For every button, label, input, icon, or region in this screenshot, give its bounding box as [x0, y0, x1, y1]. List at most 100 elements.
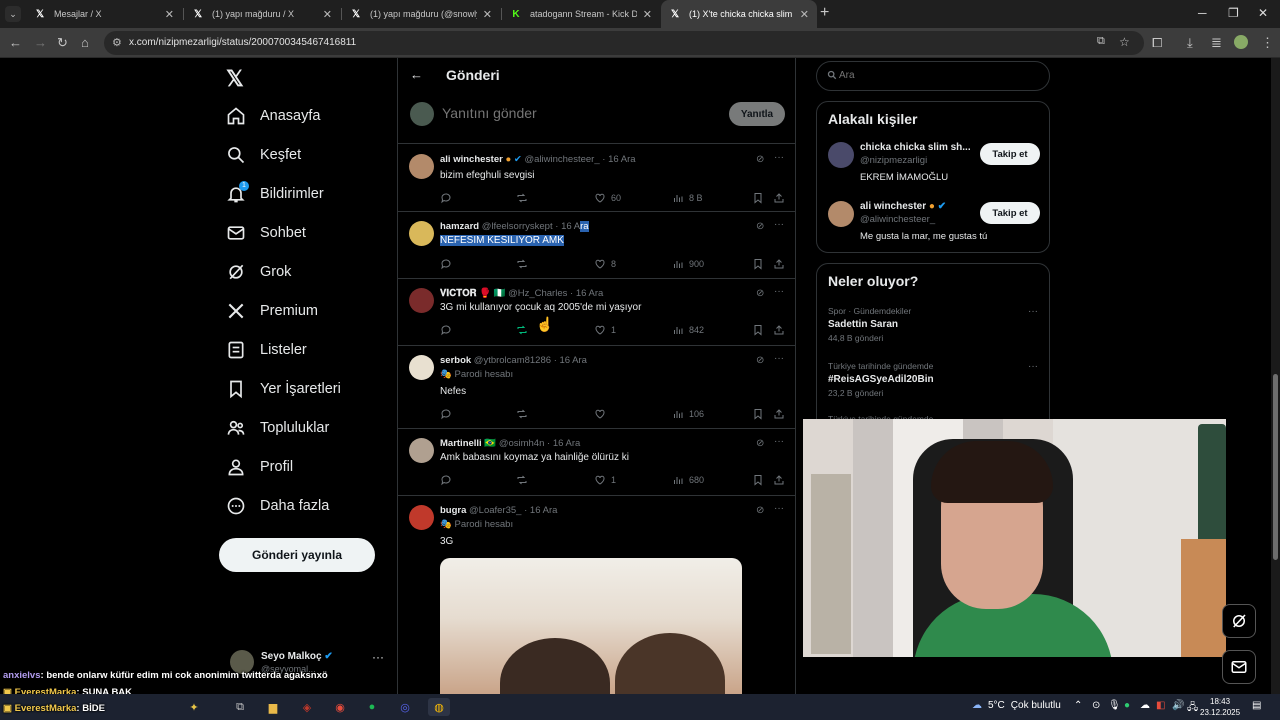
tweet-media-image[interactable] — [440, 558, 742, 708]
media-control-icon[interactable]: ≣ — [1211, 35, 1222, 51]
volume-icon[interactable]: 🔊 — [1172, 700, 1184, 711]
trend-topic[interactable]: Sadettin Saran — [828, 319, 1042, 330]
reply-input[interactable] — [442, 105, 712, 121]
post-button[interactable]: Gönderi yayınla — [219, 538, 375, 572]
more-dots-icon[interactable]: ··· — [1028, 306, 1038, 317]
tweet-author-name[interactable]: 𝐕𝐈𝐂𝐓𝐎𝐑 🥊 🇳🇬 — [440, 288, 505, 299]
file-explorer-icon[interactable]: ▆ — [264, 698, 282, 716]
views-button[interactable]: 8 B — [672, 192, 703, 204]
tweet-handle[interactable]: @ytbrolcam81286 — [474, 355, 551, 366]
tweet-handle[interactable]: @lfeelsorryskept — [482, 221, 553, 232]
extensions-icon[interactable]: ⧠ — [1152, 35, 1162, 51]
trend-item[interactable]: Türkiye tarihinde gündemde #ReisAGSyeAdi… — [828, 361, 1042, 398]
back-arrow-icon[interactable]: ← — [410, 67, 423, 82]
nav-item-more[interactable]: Daha fazla — [226, 492, 329, 520]
trend-topic[interactable]: #ReisAGSyeAdil20Bin — [828, 374, 1042, 385]
person-item[interactable]: ali winchester ● ✔ @aliwinchesteer_ Me g… — [828, 201, 1042, 251]
like-button[interactable]: 1 — [594, 474, 616, 486]
retweet-icon[interactable] — [516, 258, 528, 270]
retweet-icon[interactable] — [516, 474, 528, 486]
nvidia-icon[interactable]: ● — [1124, 700, 1130, 711]
tweet-date[interactable]: 16 Ara — [576, 288, 603, 299]
address-bar[interactable]: ⚙ x.com/nizipmezarligi/status/2000700345… — [104, 31, 1144, 55]
views-button[interactable]: 106 — [672, 408, 704, 420]
nav-item-notifications[interactable]: 1 Bildirimler — [226, 180, 324, 208]
close-icon[interactable]: ✕ — [643, 8, 652, 21]
reply-tweet[interactable]: 𝐕𝐈𝐂𝐓𝐎𝐑 🥊 🇳🇬 @Hz_Charles · 16 Ara ⊘ ··· 3… — [398, 280, 795, 346]
nav-item-profile[interactable]: Profil — [226, 453, 293, 481]
clock[interactable]: 18:43 23.12.2025 — [1200, 696, 1240, 718]
scrollbar-thumb[interactable] — [1273, 374, 1278, 560]
tweet-author-name[interactable]: serbok — [440, 355, 471, 366]
tweet-handle[interactable]: @osimh4n — [499, 438, 545, 449]
tweet-handle[interactable]: @aliwinchesteer_ — [524, 154, 599, 165]
steam-icon[interactable]: ⊙ — [1092, 700, 1100, 711]
mic-icon[interactable]: 🎙 — [1108, 700, 1121, 711]
x-logo-icon[interactable]: 𝕏 — [226, 66, 244, 92]
person-name[interactable]: ali winchester ● ✔ — [860, 201, 946, 212]
profile-avatar[interactable] — [1234, 35, 1248, 49]
views-button[interactable]: 680 — [672, 474, 704, 486]
more-dots-icon[interactable]: ··· — [372, 650, 384, 664]
nav-item-premium[interactable]: Premium — [226, 297, 318, 325]
tab-1[interactable]: 𝕏 Mesajlar / X ✕ — [26, 0, 182, 28]
obs-icon[interactable]: ◉ — [331, 698, 349, 716]
reply-icon[interactable] — [440, 474, 452, 486]
trend-item[interactable]: Spor · Gündemdekiler Sadettin Saran 44,8… — [828, 306, 1042, 343]
bookmark-icon[interactable] — [752, 324, 764, 336]
more-dots-icon[interactable]: ··· — [774, 152, 784, 163]
like-button[interactable]: 8 — [594, 258, 616, 270]
views-button[interactable]: 900 — [672, 258, 704, 270]
minimize-icon[interactable]: ─ — [1198, 6, 1207, 20]
download-icon[interactable]: ⤓ — [1187, 35, 1193, 51]
bookmark-icon[interactable] — [752, 258, 764, 270]
follow-button[interactable]: Takip et — [980, 143, 1040, 165]
share-icon[interactable] — [773, 258, 785, 270]
tweet-date[interactable]: 16 A — [561, 221, 580, 232]
url-text[interactable]: x.com/nizipmezarligi/status/200070034546… — [129, 37, 356, 48]
nav-item-lists[interactable]: Listeler — [226, 336, 307, 364]
discord-icon[interactable]: ◎ — [396, 698, 414, 716]
back-icon[interactable]: ← — [9, 35, 22, 50]
reply-tweet[interactable]: bugra @Loafer35_ · 16 Ara ⊘ ··· 🎭 Parodi… — [398, 497, 795, 720]
views-button[interactable]: 842 — [672, 324, 704, 336]
nav-item-communities[interactable]: Topluluklar — [226, 414, 329, 442]
tweet-date[interactable]: 16 Ara — [553, 438, 580, 449]
weather-widget[interactable]: ☁ 5°C Çok bulutlu — [972, 700, 1061, 711]
reply-icon[interactable] — [440, 324, 452, 336]
nav-item-explore[interactable]: Keşfet — [226, 141, 301, 169]
tab-2[interactable]: 𝕏 (1) yapı mağduru / X ✕ — [184, 0, 340, 28]
retweet-icon[interactable] — [516, 192, 528, 204]
reload-icon[interactable]: ↻ — [57, 35, 68, 51]
home-browser-icon[interactable]: ⌂ — [81, 35, 89, 50]
browser-menu-icon[interactable]: ⋮ — [1261, 35, 1274, 51]
bookmark-icon[interactable] — [752, 192, 764, 204]
more-dots-icon[interactable]: ··· — [774, 436, 784, 447]
tab-5-active[interactable]: 𝕏 (1) X'te chicka chicka slim shady ✕ — [661, 0, 817, 28]
site-info-icon[interactable]: ⚙ — [112, 36, 122, 49]
reply-tweet[interactable]: hamzard @lfeelsorryskept · 16 Ara ⊘ ··· … — [398, 213, 795, 279]
tab-4[interactable]: K atadogann Stream - Kick Dashb ✕ — [502, 0, 660, 28]
reply-icon[interactable] — [440, 408, 452, 420]
new-tab-icon[interactable]: + — [820, 4, 829, 22]
tweet-author-name[interactable]: ali winchester — [440, 154, 503, 165]
nav-item-grok[interactable]: Grok — [226, 258, 291, 286]
more-dots-icon[interactable]: ··· — [1028, 361, 1038, 372]
forward-icon[interactable]: → — [34, 35, 47, 50]
close-icon[interactable]: ✕ — [323, 8, 332, 21]
reply-tweet[interactable]: serbok @ytbrolcam81286 · 16 Ara ⊘ ··· 🎭 … — [398, 347, 795, 429]
follow-button[interactable]: Takip et — [980, 202, 1040, 224]
bookmark-star-icon[interactable]: ☆ — [1119, 35, 1130, 49]
tweet-author-name[interactable]: bugra — [440, 505, 466, 516]
retweet-icon[interactable] — [516, 324, 528, 336]
network-icon[interactable]: 🖧 — [1187, 700, 1198, 717]
share-icon[interactable] — [773, 474, 785, 486]
spotify-icon[interactable]: ● — [363, 698, 381, 716]
grok-icon[interactable]: ⊘ — [756, 355, 764, 366]
grok-icon[interactable]: ⊘ — [756, 154, 764, 165]
reply-tweet[interactable]: Martinelli 🇧🇷 @osimh4n · 16 Ara ⊘ ··· Am… — [398, 430, 795, 496]
bookmark-icon[interactable] — [752, 408, 764, 420]
tweet-date[interactable]: 16 Ara — [560, 355, 587, 366]
nav-item-bookmarks[interactable]: Yer İşaretleri — [226, 375, 341, 403]
tab-search-button[interactable]: ⌄ — [5, 6, 21, 22]
